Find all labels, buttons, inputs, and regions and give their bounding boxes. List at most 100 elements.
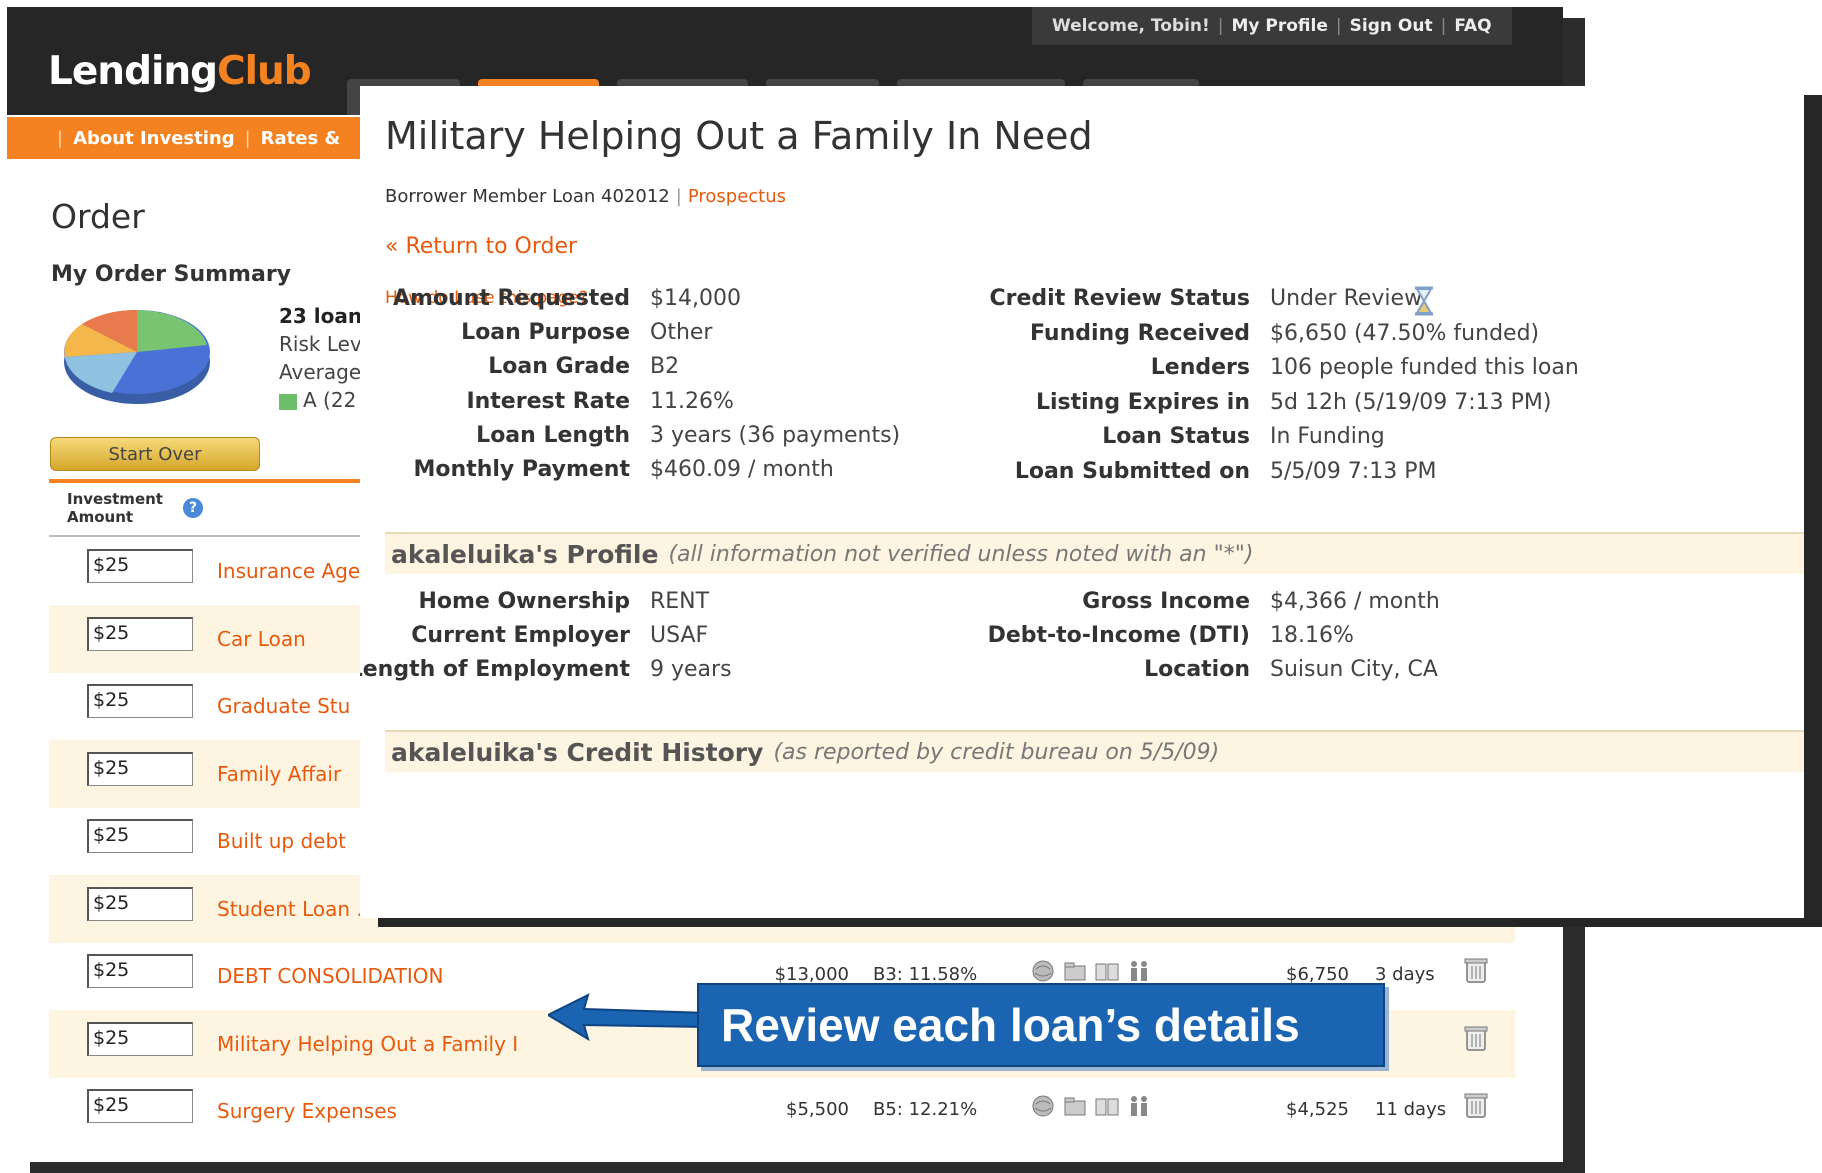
field-label: Loan Submitted on — [1014, 459, 1250, 484]
loan-title-link[interactable]: Surgery Expenses — [217, 1099, 397, 1123]
time-left: 3 days — [1375, 964, 1435, 985]
investment-amount-input[interactable]: $25 — [87, 616, 193, 651]
globe-icon — [1029, 1093, 1057, 1119]
loan-title-link[interactable]: DEBT CONSOLIDATION — [217, 964, 443, 988]
separator: | — [1335, 16, 1342, 36]
profile-section-note: (all information not verified unless not… — [668, 541, 1254, 567]
trash-icon[interactable] — [1464, 1024, 1488, 1056]
field-label: Loan Purpose — [461, 320, 630, 346]
separator: | — [1217, 16, 1224, 36]
field-value: $460.09 / month — [650, 457, 834, 482]
field-label: Interest Rate — [466, 388, 630, 414]
separator: | — [675, 186, 682, 207]
loan-title-link[interactable]: Car Loan — [217, 627, 306, 651]
logo-text-lending: Lending — [48, 49, 218, 94]
loan-title-link[interactable]: Military Helping Out a Family I — [217, 1032, 518, 1056]
header-line: Investment — [67, 490, 163, 508]
start-over-button[interactable]: Start Over — [50, 437, 260, 471]
loan-title-link[interactable]: Student Loan .. — [217, 897, 369, 921]
investment-amount-input[interactable]: $25 — [87, 1089, 193, 1123]
book-icon — [1093, 1093, 1121, 1119]
header-line: Amount — [67, 508, 134, 526]
loan-amount: $13,000 — [774, 964, 849, 985]
borrower-loan-id: Borrower Member Loan 402012 — [385, 186, 670, 207]
page-title: Order — [51, 197, 145, 236]
annotation-callout: Review each loan’s details — [697, 983, 1385, 1067]
loan-subtitle: Borrower Member Loan 402012 | Prospectus — [385, 186, 786, 207]
field-value: Suisun City, CA — [1270, 657, 1438, 682]
legend-swatch — [279, 393, 297, 410]
my-profile-link[interactable]: My Profile — [1231, 16, 1327, 36]
loan-title-link[interactable]: Family Affair — [217, 762, 341, 786]
book-icon — [1093, 958, 1121, 984]
field-value: B2 — [650, 354, 680, 380]
investment-amount-header: Investment Amount — [67, 490, 163, 526]
profile-section-title: akaleluika's Profile — [391, 539, 659, 569]
investment-amount-input[interactable]: $25 — [87, 549, 193, 583]
subnav-about-investing[interactable]: About Investing — [73, 128, 235, 149]
loan-title-link[interactable]: Graduate Stu — [217, 694, 350, 718]
separator: | — [244, 127, 251, 149]
credit-section-title: akaleluika's Credit History — [391, 737, 764, 767]
prospectus-link[interactable]: Prospectus — [688, 186, 786, 207]
separator: | — [57, 127, 64, 149]
field-label: Gross Income — [1082, 589, 1250, 614]
folder-icon — [1061, 958, 1089, 984]
field-label: Credit Review Status — [989, 286, 1250, 311]
funded-amount: $6,750 — [1286, 964, 1349, 985]
field-value: 3 years (36 payments) — [650, 422, 901, 448]
field-value: In Funding — [1270, 424, 1385, 450]
field-label: Debt-to-Income (DTI) — [987, 623, 1250, 648]
field-label: Funding Received — [1030, 320, 1250, 346]
time-left: 11 days — [1375, 1099, 1447, 1120]
faq-link[interactable]: FAQ — [1454, 16, 1491, 36]
globe-icon — [1029, 958, 1057, 984]
investment-amount-input[interactable]: $25 — [87, 751, 193, 786]
field-label: Current Employer — [411, 623, 630, 648]
field-label: Home Ownership — [418, 589, 630, 614]
loan-row: $25 Surgery Expenses $5,500 B5: 12.21% $4,52… — [49, 1077, 1515, 1145]
callout-text: Review each loan’s details — [721, 999, 1300, 1051]
trash-icon[interactable] — [1464, 956, 1488, 988]
profile-section-header: akaleluika's Profile (all information no… — [385, 532, 1804, 574]
field-value: $14,000 — [650, 286, 741, 311]
verification-icons — [1029, 958, 1153, 984]
investment-amount-input[interactable]: $25 — [87, 684, 193, 718]
lending-club-logo[interactable]: LendingClub — [48, 49, 312, 94]
field-value: $6,650 (47.50% funded) — [1270, 320, 1540, 346]
field-label: Monthly Payment — [413, 457, 630, 482]
loan-title-link[interactable]: Insurance Age — [217, 559, 360, 583]
loan-detail-panel: Military Helping Out a Family In Need Bo… — [360, 86, 1804, 918]
field-value: RENT — [650, 589, 710, 614]
funded-amount: $4,525 — [1286, 1099, 1349, 1120]
field-value: USAF — [650, 623, 709, 648]
account-links: Welcome, Tobin! | My Profile | Sign Out … — [1032, 7, 1512, 45]
folder-icon — [1061, 1093, 1089, 1119]
field-label: Location — [1144, 657, 1250, 682]
loan-title: Military Helping Out a Family In Need — [385, 114, 1093, 158]
field-label: Amount Requested — [392, 286, 630, 311]
field-label: Loan Length — [476, 422, 630, 448]
help-icon[interactable]: ? — [183, 498, 203, 518]
loan-title-link[interactable]: Built up debt — [217, 829, 346, 853]
investment-amount-input[interactable]: $25 — [87, 954, 193, 988]
investment-amount-input[interactable]: $25 — [87, 819, 193, 853]
investment-amount-input[interactable]: $25 — [87, 886, 193, 921]
sign-out-link[interactable]: Sign Out — [1350, 16, 1433, 36]
trash-icon[interactable] — [1464, 1091, 1488, 1123]
investment-amount-input[interactable]: $25 — [87, 1021, 193, 1056]
verification-icons — [1029, 1093, 1153, 1119]
field-value: 18.16% — [1270, 623, 1354, 648]
credit-section-note: (as reported by credit bureau on 5/5/09) — [773, 739, 1220, 765]
field-value: $4,366 / month — [1270, 589, 1440, 614]
field-value: Under Review — [1270, 286, 1423, 311]
callout-arrow-icon — [548, 993, 708, 1042]
loan-amount: $5,500 — [786, 1099, 849, 1120]
subnav-rates[interactable]: Rates & — [261, 128, 341, 149]
return-to-order-link[interactable]: « Return to Order — [385, 234, 577, 259]
loan-grade-rate: B5: 12.21% — [873, 1099, 978, 1120]
legend-label: A (22 — [303, 388, 357, 412]
risk-pie-chart — [64, 309, 210, 404]
welcome-text: Welcome, Tobin! — [1052, 16, 1210, 36]
loan-grade-rate: B3: 11.58% — [873, 964, 978, 985]
